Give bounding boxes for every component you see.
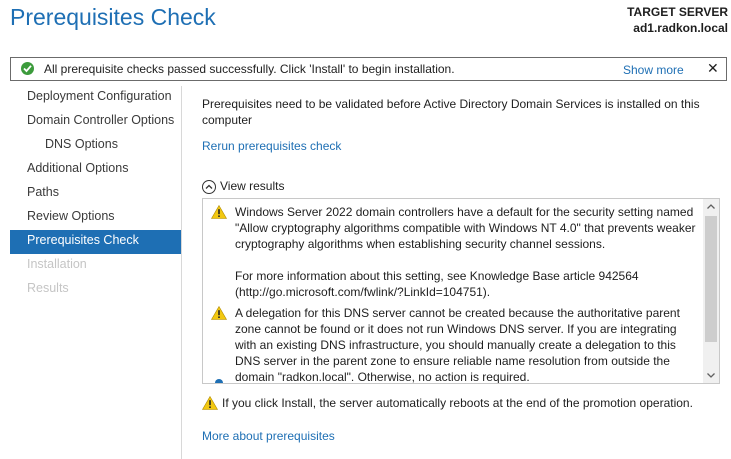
scrollbar-thumb[interactable] xyxy=(705,216,717,342)
view-results-label: View results xyxy=(220,179,285,193)
nav-item-deployment-configuration[interactable]: Deployment Configuration xyxy=(10,86,181,110)
more-about-prerequisites-link[interactable]: More about prerequisites xyxy=(202,429,335,443)
results-scrollbar[interactable] xyxy=(703,199,719,383)
notification-message: All prerequisite checks passed successfu… xyxy=(44,62,455,76)
result-text: Windows Server 2022 domain controllers h… xyxy=(235,205,696,251)
nav-item-results: Results xyxy=(27,281,69,295)
result-item: Windows Server 2022 domain controllers h… xyxy=(211,204,701,300)
notification-bar: All prerequisite checks passed successfu… xyxy=(10,57,727,81)
nav-item-prerequisites-check[interactable]: Prerequisites Check xyxy=(10,230,181,254)
collapse-chevron-icon xyxy=(202,179,216,194)
nav-item-review-options[interactable]: Review Options xyxy=(10,206,181,230)
results-list[interactable]: Windows Server 2022 domain controllers h… xyxy=(202,198,720,384)
nav-item-additional-options[interactable]: Additional Options xyxy=(10,158,181,182)
main-content: Prerequisites need to be validated befor… xyxy=(202,96,707,128)
reboot-warning-text: If you click Install, the server automat… xyxy=(222,396,693,410)
close-icon[interactable]: ✕ xyxy=(707,60,719,77)
rerun-prerequisites-link[interactable]: Rerun prerequisites check xyxy=(202,139,341,153)
result-text: For more information about this setting,… xyxy=(235,269,639,299)
result-item: A delegation for this DNS server cannot … xyxy=(211,305,701,384)
reboot-warning: If you click Install, the server automat… xyxy=(201,395,693,410)
scroll-up-arrow-icon[interactable] xyxy=(703,199,719,215)
view-results-toggle[interactable]: View results xyxy=(202,179,284,194)
nav-item-installation: Installation xyxy=(27,257,87,271)
result-text: A delegation for this DNS server cannot … xyxy=(235,306,680,384)
target-server-label: TARGET SERVER xyxy=(627,5,728,19)
show-more-link[interactable]: Show more xyxy=(623,63,684,77)
intro-text: Prerequisites need to be validated befor… xyxy=(202,97,700,127)
info-icon xyxy=(215,379,223,383)
scroll-down-arrow-icon[interactable] xyxy=(703,367,719,383)
warning-icon xyxy=(211,205,227,219)
warning-icon xyxy=(211,306,227,320)
nav-divider xyxy=(181,86,182,459)
target-server-name: ad1.radkon.local xyxy=(633,21,728,35)
warning-icon xyxy=(201,395,219,410)
nav-item-paths[interactable]: Paths xyxy=(10,182,181,206)
target-server-info: TARGET SERVER ad1.radkon.local xyxy=(627,4,728,36)
wizard-nav: Deployment Configuration Domain Controll… xyxy=(10,86,181,302)
nav-item-domain-controller-options[interactable]: Domain Controller Options xyxy=(10,110,181,134)
nav-item-dns-options[interactable]: DNS Options xyxy=(10,134,181,158)
page-title: Prerequisites Check xyxy=(10,4,216,30)
success-check-icon xyxy=(21,62,34,75)
